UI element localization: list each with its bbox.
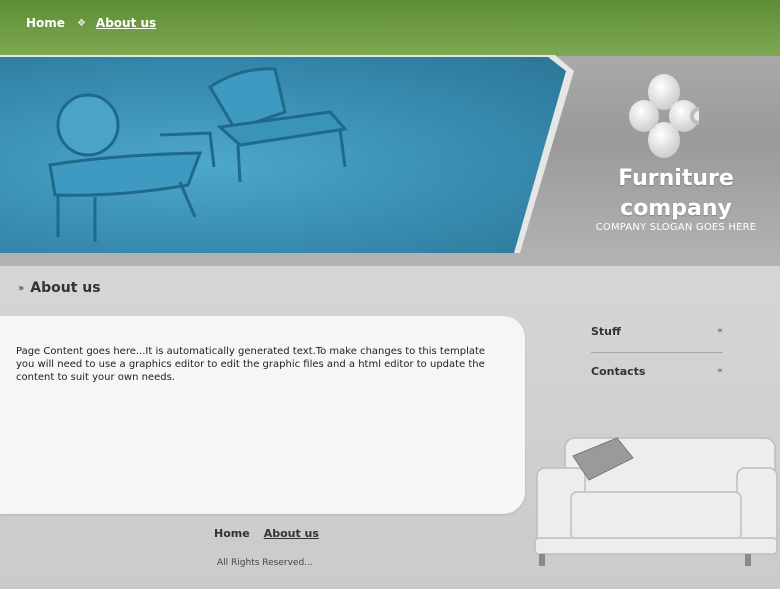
- sidebar-item-contacts[interactable]: Contacts «: [591, 352, 723, 389]
- chevron-left-icon: «: [717, 366, 723, 376]
- double-arrow-icon: ››: [18, 282, 24, 294]
- top-nav-home[interactable]: Home: [26, 16, 65, 30]
- top-nav-about[interactable]: About us: [96, 16, 156, 30]
- copyright-text: All Rights Reserved...: [217, 558, 313, 568]
- footer-about-link[interactable]: About us: [264, 527, 319, 540]
- chevron-left-icon: «: [717, 326, 723, 336]
- sofa-illustration: [534, 437, 778, 566]
- brand-slogan: COMPANY SLOGAN GOES HERE: [595, 222, 757, 233]
- footer-nav: Home About us: [214, 527, 319, 540]
- sidebar-item-stuff[interactable]: Stuff «: [591, 316, 723, 346]
- footer-home-link[interactable]: Home: [214, 527, 250, 540]
- logo-area: Furniture company COMPANY SLOGAN GOES HE…: [582, 72, 770, 242]
- sidebar-nav: Stuff « Contacts «: [591, 316, 723, 389]
- content-text: Page Content goes here...It is automatic…: [16, 346, 486, 383]
- page-heading: ›› About us: [18, 280, 101, 296]
- diamond-separator-icon: ❖: [76, 17, 86, 29]
- brand-title: Furniture company: [618, 166, 734, 221]
- sidebar-item-label: Stuff: [591, 324, 621, 338]
- page-title: About us: [30, 280, 101, 296]
- sofa-image: [525, 430, 780, 585]
- clover-logo-icon: [629, 74, 699, 158]
- hero-image: [0, 57, 566, 253]
- sidebar-item-label: Contacts: [591, 364, 646, 378]
- chairs-illustration: [48, 67, 348, 242]
- top-nav: Home ❖ About us: [26, 16, 156, 30]
